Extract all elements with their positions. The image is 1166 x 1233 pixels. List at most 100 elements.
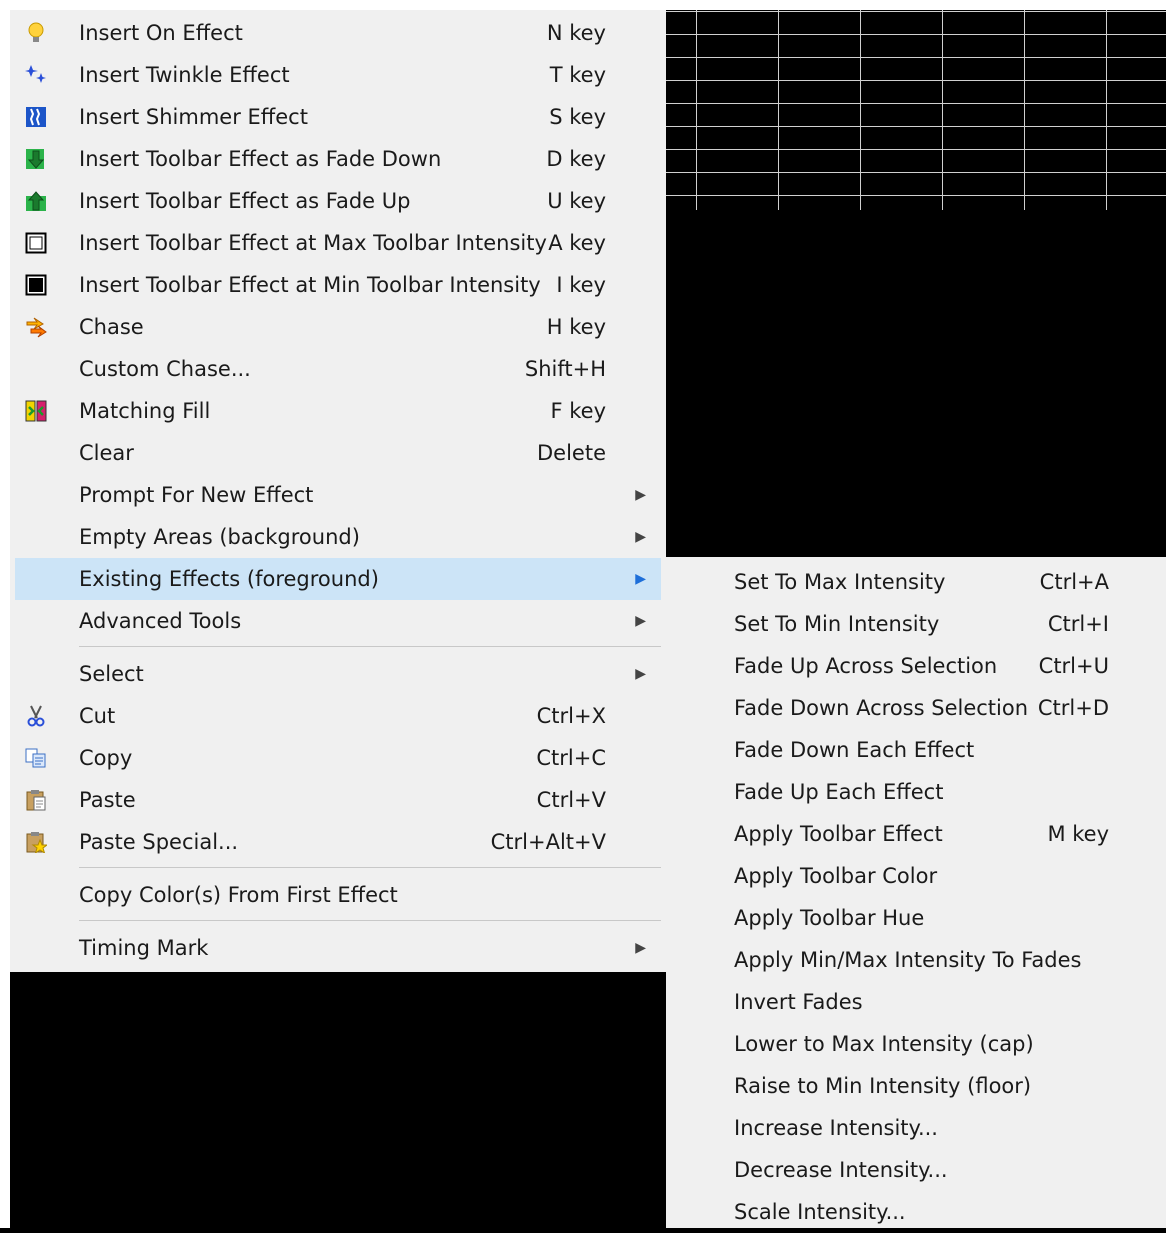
menu-item-custom-chase[interactable]: Custom Chase... Shift+H <box>15 348 661 390</box>
timeline-grid[interactable] <box>666 10 1166 210</box>
submenu-item-lower-to-max-intensity[interactable]: Lower to Max Intensity (cap) <box>671 1023 1161 1065</box>
submenu-item-fade-up-across-selection[interactable]: Fade Up Across Selection Ctrl+U <box>671 645 1161 687</box>
menu-item-label: Matching Fill <box>79 399 211 423</box>
menu-item-copy-colors-from-first-effect[interactable]: Copy Color(s) From First Effect <box>15 874 661 916</box>
menu-item-cut[interactable]: Cut Ctrl+X <box>15 695 661 737</box>
menu-item-label: Insert Toolbar Effect at Min Toolbar Int… <box>79 273 541 297</box>
menu-item-shortcut: D key <box>546 147 606 171</box>
shimmer-icon <box>25 106 47 128</box>
menu-item-advanced-tools[interactable]: Advanced Tools ▶ <box>15 600 661 642</box>
submenu-item-apply-toolbar-color[interactable]: Apply Toolbar Color <box>671 855 1161 897</box>
menu-item-shortcut: N key <box>546 21 606 45</box>
menu-item-paste[interactable]: Paste Ctrl+V <box>15 779 661 821</box>
menu-item-empty-areas[interactable]: Empty Areas (background) ▶ <box>15 516 661 558</box>
paste-special-icon <box>25 831 49 855</box>
menu-item-label: Insert On Effect <box>79 21 243 45</box>
menu-separator <box>79 646 661 647</box>
twinkle-icon <box>25 64 47 86</box>
submenu-item-invert-fades[interactable]: Invert Fades <box>671 981 1161 1023</box>
submenu-item-increase-intensity[interactable]: Increase Intensity... <box>671 1107 1161 1149</box>
menu-item-shortcut: Ctrl+D <box>1037 696 1109 720</box>
menu-item-prompt-for-new-effect[interactable]: Prompt For New Effect ▶ <box>15 474 661 516</box>
submenu-item-apply-toolbar-hue[interactable]: Apply Toolbar Hue <box>671 897 1161 939</box>
menu-item-label: Cut <box>79 704 116 728</box>
menu-item-label: Increase Intensity... <box>734 1116 938 1140</box>
submenu-item-scale-intensity[interactable]: Scale Intensity... <box>671 1191 1161 1233</box>
menu-item-shortcut: A key <box>548 231 606 255</box>
menu-item-label: Timing Mark <box>79 936 209 960</box>
menu-item-label: Raise to Min Intensity (floor) <box>734 1074 1032 1098</box>
menu-item-shortcut: Ctrl+C <box>536 746 606 770</box>
menu-item-label: Custom Chase... <box>79 357 251 381</box>
menu-item-shortcut: Shift+H <box>524 357 606 381</box>
menu-item-label: Decrease Intensity... <box>734 1158 948 1182</box>
menu-item-insert-fade-down[interactable]: Insert Toolbar Effect as Fade Down D key <box>15 138 661 180</box>
menu-item-label: Clear <box>79 441 134 465</box>
submenu-item-apply-min-max-intensity[interactable]: Apply Min/Max Intensity To Fades <box>671 939 1161 981</box>
menu-item-insert-twinkle-effect[interactable]: Insert Twinkle Effect T key <box>15 54 661 96</box>
menu-item-matching-fill[interactable]: Matching Fill F key <box>15 390 661 432</box>
submenu-arrow-icon: ▶ <box>635 529 646 545</box>
menu-item-paste-special[interactable]: Paste Special... Ctrl+Alt+V <box>15 821 661 863</box>
paste-icon <box>25 789 47 811</box>
menu-item-label: Set To Min Intensity <box>734 612 940 636</box>
menu-item-label: Existing Effects (foreground) <box>79 567 379 591</box>
chase-icon <box>25 316 47 338</box>
menu-item-label: Select <box>79 662 144 686</box>
window-left-border <box>0 0 10 1228</box>
submenu-arrow-icon: ▶ <box>635 666 646 682</box>
menu-item-select[interactable]: Select ▶ <box>15 653 661 695</box>
submenu-item-raise-to-min-intensity[interactable]: Raise to Min Intensity (floor) <box>671 1065 1161 1107</box>
submenu-arrow-icon: ▶ <box>635 487 646 503</box>
submenu-item-set-to-max-intensity[interactable]: Set To Max Intensity Ctrl+A <box>671 561 1161 603</box>
min-intensity-icon <box>25 274 47 296</box>
menu-item-label: Apply Min/Max Intensity To Fades <box>734 948 1082 972</box>
menu-item-shortcut: H key <box>546 315 606 339</box>
menu-item-label: Apply Toolbar Effect <box>734 822 943 846</box>
menu-item-shortcut: I key <box>556 273 606 297</box>
menu-item-label: Chase <box>79 315 144 339</box>
menu-item-label: Invert Fades <box>734 990 863 1014</box>
menu-item-existing-effects[interactable]: Existing Effects (foreground) ▶ <box>15 558 661 600</box>
scissors-icon <box>25 705 47 727</box>
submenu-item-fade-down-across-selection[interactable]: Fade Down Across Selection Ctrl+D <box>671 687 1161 729</box>
menu-item-label: Apply Toolbar Hue <box>734 906 925 930</box>
submenu-item-decrease-intensity[interactable]: Decrease Intensity... <box>671 1149 1161 1191</box>
menu-item-label: Fade Up Across Selection <box>734 654 998 678</box>
menu-item-insert-max-intensity[interactable]: Insert Toolbar Effect at Max Toolbar Int… <box>15 222 661 264</box>
menu-item-label: Insert Shimmer Effect <box>79 105 308 129</box>
copy-icon <box>25 747 47 769</box>
menu-item-label: Insert Toolbar Effect as Fade Up <box>79 189 411 213</box>
menu-item-shortcut: Delete <box>537 441 606 465</box>
menu-item-label: Fade Down Each Effect <box>734 738 975 762</box>
fade-down-icon <box>25 148 47 170</box>
matching-fill-icon <box>25 400 47 422</box>
menu-item-insert-shimmer-effect[interactable]: Insert Shimmer Effect S key <box>15 96 661 138</box>
menu-item-insert-min-intensity[interactable]: Insert Toolbar Effect at Min Toolbar Int… <box>15 264 661 306</box>
menu-item-chase[interactable]: Chase H key <box>15 306 661 348</box>
submenu-item-fade-up-each-effect[interactable]: Fade Up Each Effect <box>671 771 1161 813</box>
menu-item-shortcut: Ctrl+I <box>1047 612 1109 636</box>
menu-item-label: Set To Max Intensity <box>734 570 946 594</box>
menu-item-label: Lower to Max Intensity (cap) <box>734 1032 1034 1056</box>
menu-item-clear[interactable]: Clear Delete <box>15 432 661 474</box>
menu-separator <box>79 867 661 868</box>
submenu-item-apply-toolbar-effect[interactable]: Apply Toolbar Effect M key <box>671 813 1161 855</box>
menu-item-label: Prompt For New Effect <box>79 483 314 507</box>
submenu-item-fade-down-each-effect[interactable]: Fade Down Each Effect <box>671 729 1161 771</box>
fade-up-icon <box>25 190 47 212</box>
menu-item-copy[interactable]: Copy Ctrl+C <box>15 737 661 779</box>
menu-item-shortcut: S key <box>549 105 606 129</box>
menu-item-label: Fade Up Each Effect <box>734 780 944 804</box>
menu-item-shortcut: U key <box>547 189 606 213</box>
menu-item-insert-fade-up[interactable]: Insert Toolbar Effect as Fade Up U key <box>15 180 661 222</box>
menu-item-timing-mark[interactable]: Timing Mark ▶ <box>15 927 661 969</box>
submenu-item-set-to-min-intensity[interactable]: Set To Min Intensity Ctrl+I <box>671 603 1161 645</box>
menu-item-insert-on-effect[interactable]: Insert On Effect N key <box>15 12 661 54</box>
menu-item-label: Scale Intensity... <box>734 1200 906 1224</box>
window-top-border <box>0 0 1166 10</box>
menu-item-label: Copy <box>79 746 133 770</box>
menu-item-label: Apply Toolbar Color <box>734 864 938 888</box>
context-menu: Insert On Effect N key Insert Twinkle Ef… <box>10 10 666 972</box>
lightbulb-icon <box>25 22 47 44</box>
